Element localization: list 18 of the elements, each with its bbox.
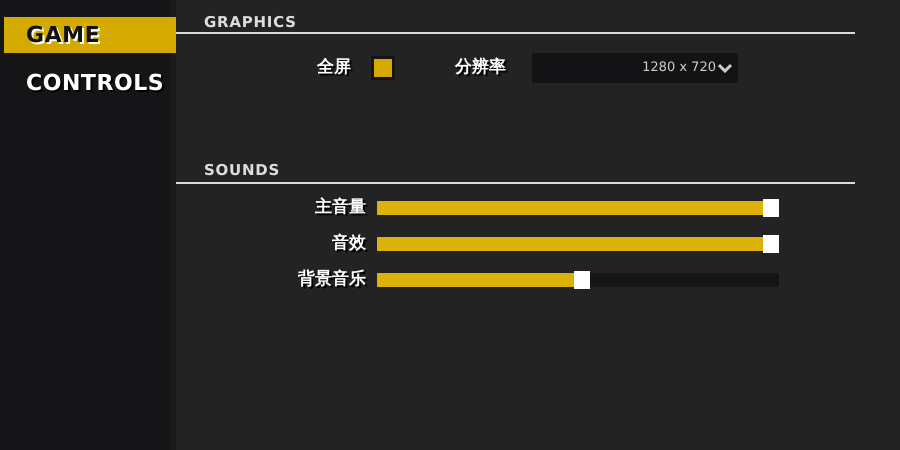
- slider-label: 背景音乐: [296, 268, 366, 292]
- volume-slider[interactable]: [377, 273, 779, 287]
- section-heading: SOUNDS: [204, 161, 280, 179]
- slider-label: 音效: [331, 232, 366, 256]
- slider-thumb[interactable]: [763, 199, 779, 217]
- resolution-dropdown[interactable]: 1280 x 720: [532, 53, 738, 83]
- chevron-down-icon: [718, 63, 732, 73]
- fullscreen-checkbox[interactable]: [371, 56, 395, 80]
- resolution-label: 分辨率: [455, 56, 506, 80]
- sidebar-tab[interactable]: CONTROLS: [4, 65, 176, 101]
- sidebar-tab[interactable]: GAME: [4, 17, 176, 53]
- volume-slider[interactable]: [377, 237, 779, 251]
- volume-slider[interactable]: [377, 201, 779, 215]
- slider-label: 主音量: [314, 196, 366, 220]
- slider-thumb[interactable]: [574, 271, 590, 289]
- section-heading: GRAPHICS: [204, 13, 297, 31]
- fullscreen-label: 全屏: [317, 56, 351, 80]
- slider-thumb[interactable]: [763, 235, 779, 253]
